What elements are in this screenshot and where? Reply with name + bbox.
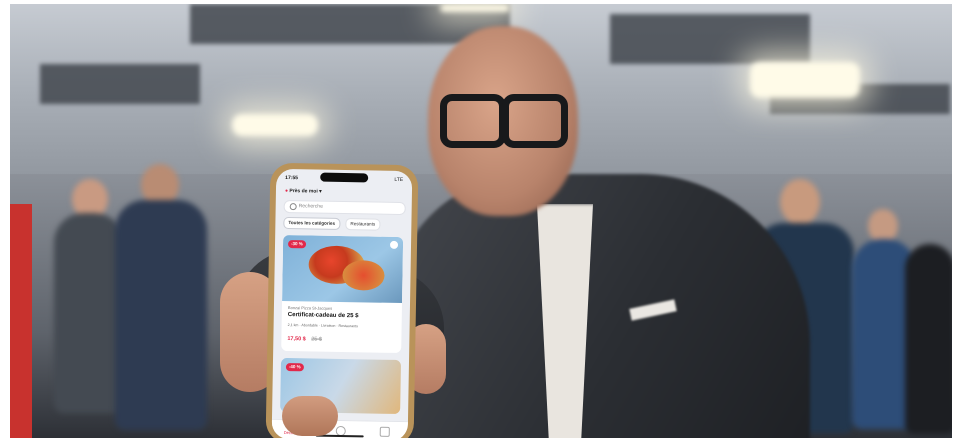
pizza (342, 260, 385, 291)
ceiling-panel (610, 14, 810, 64)
background-person (905, 224, 952, 438)
tab-profile[interactable] (379, 426, 390, 437)
ceiling-light (440, 4, 510, 12)
search-placeholder: Recherche (298, 203, 323, 210)
status-signal: LTE (394, 176, 404, 184)
current-price: 17,50 $ (287, 336, 306, 343)
old-price: 25 $ (311, 336, 323, 343)
merchant-name: Bonzai Pizza St-Jacques (287, 305, 333, 311)
search-input[interactable]: Recherche (283, 199, 406, 216)
deal-title: Certificat-cadeau de 25 $ (287, 312, 359, 320)
location-selector[interactable]: ● Près de moi ▾ (285, 188, 322, 195)
background-person (105, 164, 215, 438)
event-photo: 17:55 LTE ● Près de moi ▾ Recherche Tout… (10, 4, 952, 438)
chip-all-categories[interactable]: Toutes les catégories (283, 216, 341, 230)
search-icon (289, 203, 297, 211)
ceiling-light (750, 62, 860, 98)
status-time: 17:55 (285, 174, 299, 182)
smartphone: 17:55 LTE ● Près de moi ▾ Recherche Tout… (265, 162, 419, 438)
deal-price: 17,50 $ 25 $ (287, 336, 322, 343)
red-banner (10, 204, 32, 438)
ceiling-panel (40, 64, 200, 104)
thumb (282, 396, 338, 436)
eyeglasses (440, 94, 568, 148)
status-bar: 17:55 LTE (285, 173, 403, 185)
chip-restaurants[interactable]: Restaurants (345, 218, 381, 231)
man-jacket (390, 174, 810, 438)
location-pin-icon: ● (284, 187, 289, 195)
chevron-down-icon: ▾ (319, 188, 322, 195)
discount-badge: -30 % (287, 240, 306, 249)
pizza-image: -30 % (282, 234, 404, 304)
ceiling-light (232, 114, 318, 136)
deal-tags: 2,1 km · Abordable · Livraison · Restaur… (287, 323, 358, 329)
location-label: Près de moi (289, 188, 318, 195)
discount-badge: -40 % (285, 363, 304, 372)
deal-card[interactable]: -30 % Bonzai Pizza St-Jacques Certificat… (281, 234, 404, 354)
category-chips: Toutes les catégories Restaurants (283, 216, 407, 231)
heart-icon[interactable] (389, 240, 399, 249)
